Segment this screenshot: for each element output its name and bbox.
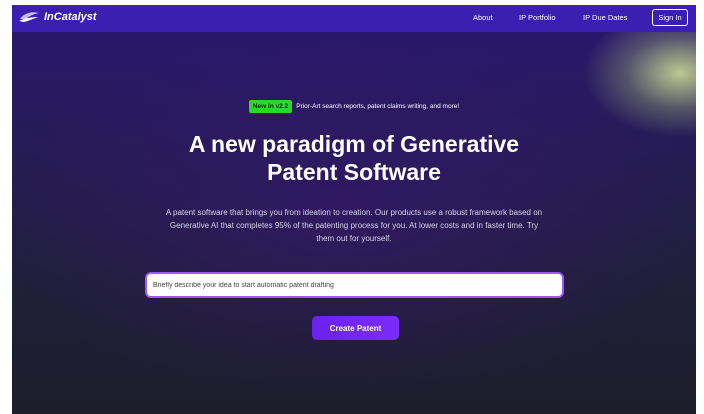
- app-window: InCatalyst About IP Portfolio IP Due Dat…: [12, 5, 696, 414]
- sign-in-button[interactable]: Sign In: [652, 9, 688, 26]
- top-navbar: InCatalyst About IP Portfolio IP Due Dat…: [12, 5, 696, 32]
- nav-link-ip-portfolio[interactable]: IP Portfolio: [519, 13, 556, 22]
- idea-input[interactable]: [145, 272, 564, 298]
- headline-line-2: Patent Software: [267, 159, 441, 185]
- brand-name: InCatalyst: [44, 11, 97, 23]
- nav-link-about[interactable]: About: [473, 13, 493, 22]
- hero-headline: A new paradigm of Generative Patent Soft…: [12, 130, 696, 186]
- headline-line-1: A new paradigm of Generative: [188, 131, 520, 157]
- nav-link-ip-due-dates[interactable]: IP Due Dates: [583, 13, 627, 22]
- hero-description: A patent software that brings you from i…: [165, 208, 543, 243]
- brand-link[interactable]: InCatalyst: [18, 10, 97, 24]
- announcement-bar: New in v2.2 Prior-Art search reports, pa…: [12, 100, 696, 113]
- announcement-text: Prior-Art search reports, patent claims …: [296, 103, 460, 110]
- version-badge: New in v2.2: [248, 100, 293, 113]
- create-patent-button[interactable]: Create Patent: [312, 316, 399, 340]
- logo-icon: [19, 12, 39, 22]
